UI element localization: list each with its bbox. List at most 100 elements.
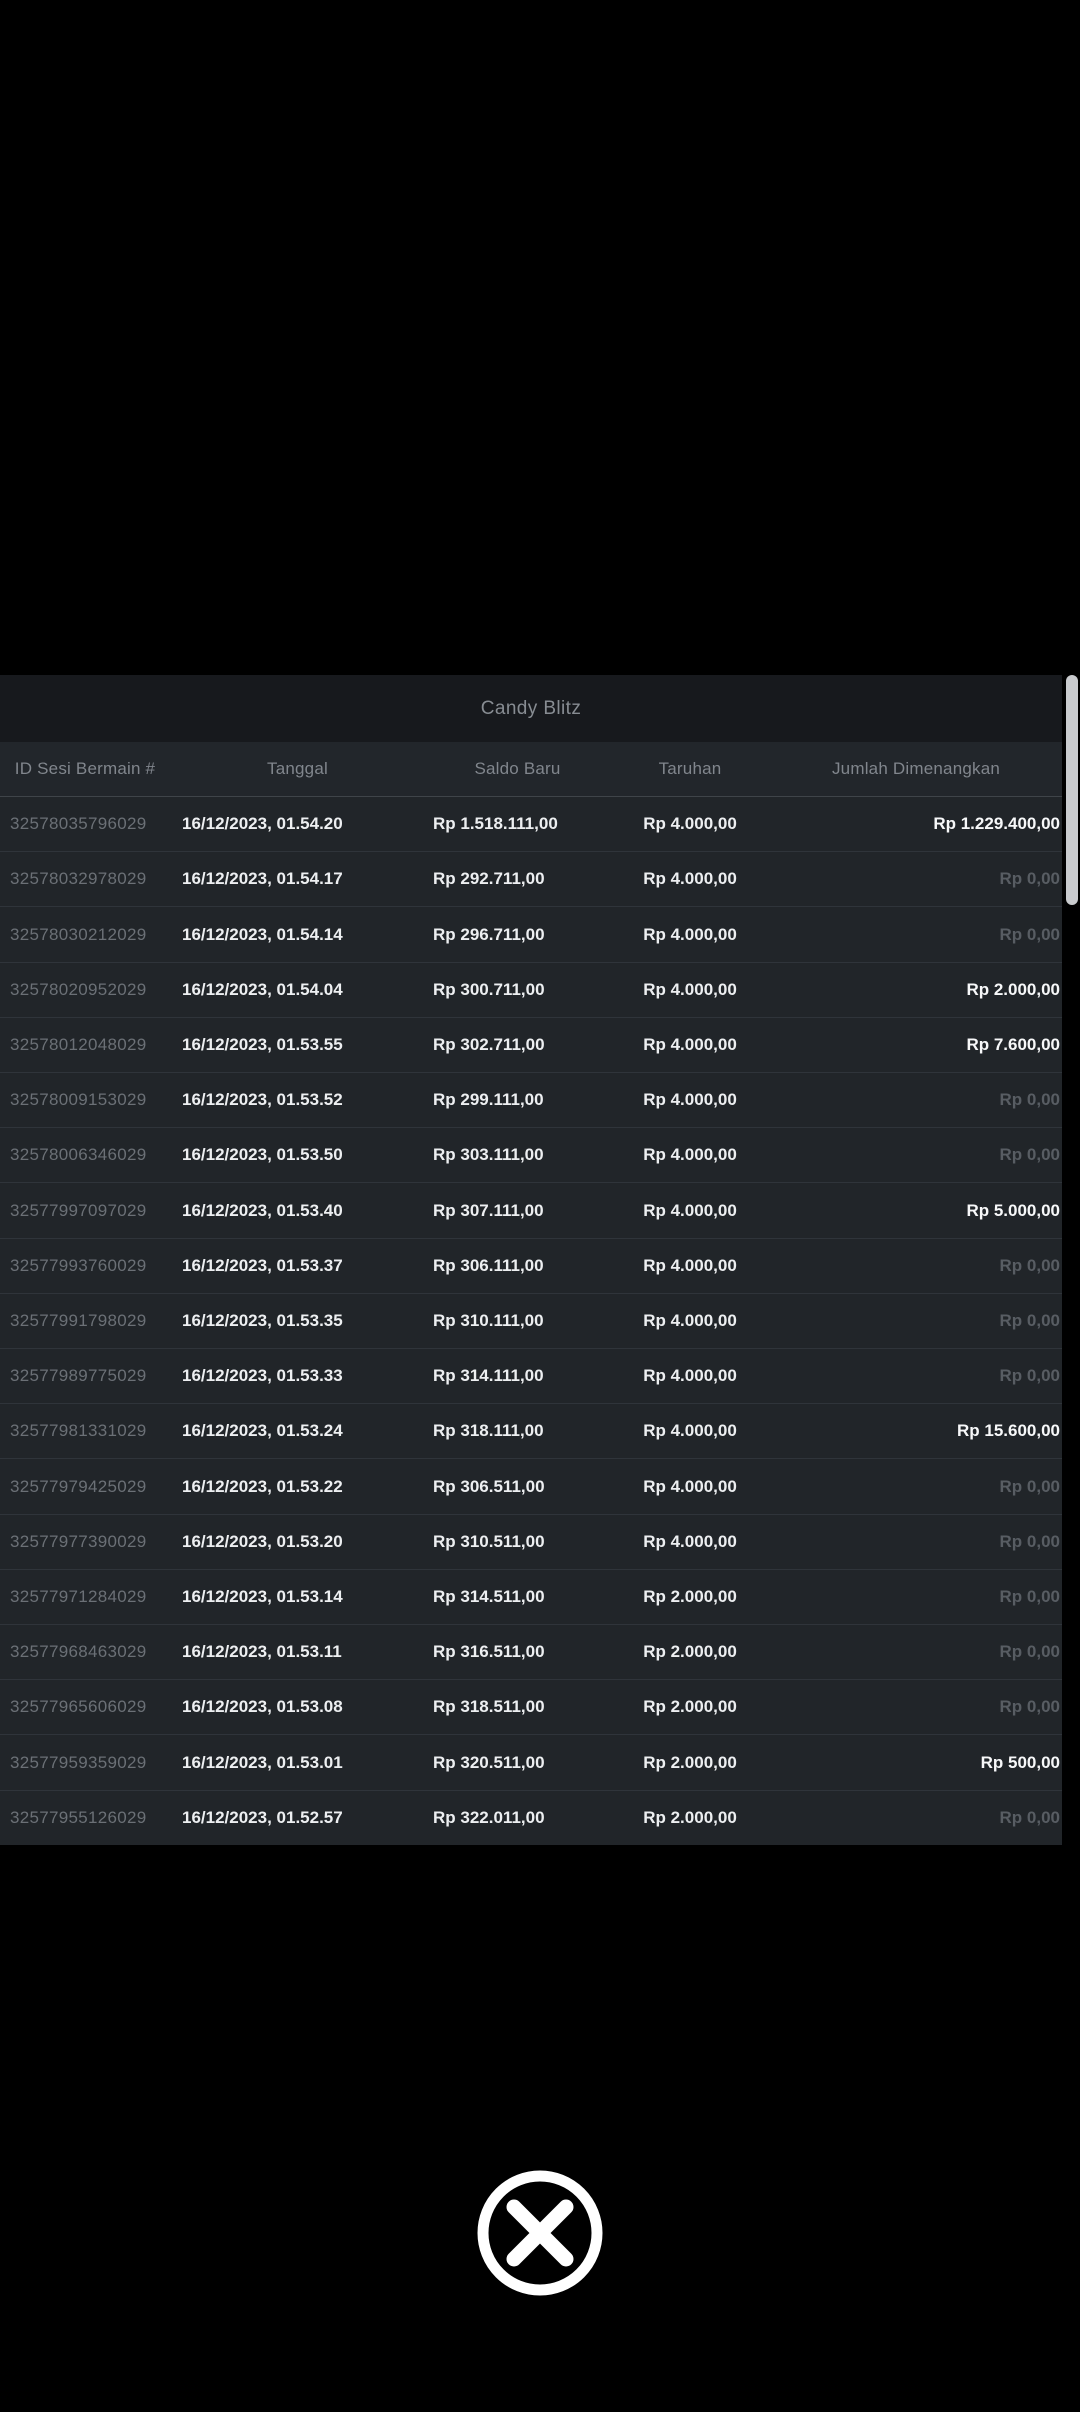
table-row: 32577981331029 16/12/2023, 01.53.24 Rp 3… (0, 1403, 1062, 1459)
cell-bet: Rp 4.000,00 (643, 1145, 737, 1165)
cell-session-id: 32578006346029 (10, 1145, 147, 1165)
cell-amount-won: Rp 0,00 (999, 869, 1060, 889)
cell-bet: Rp 4.000,00 (643, 1034, 737, 1054)
cell-bet: Rp 2.000,00 (643, 1586, 737, 1606)
cell-bet: Rp 4.000,00 (643, 1090, 737, 1110)
table-row: 32577989775029 16/12/2023, 01.53.33 Rp 3… (0, 1348, 1062, 1404)
column-header-session-id: ID Sesi Bermain # (14, 759, 156, 778)
cell-new-balance: Rp 307.111,00 (433, 1200, 544, 1220)
cell-bet: Rp 2.000,00 (643, 1697, 737, 1717)
column-header-new-balance: Saldo Baru (474, 759, 561, 778)
column-header-amount-won: Jumlah Dimenangkan (831, 759, 1001, 778)
cell-new-balance: Rp 314.511,00 (433, 1586, 545, 1606)
cell-date: 16/12/2023, 01.53.52 (182, 1090, 343, 1110)
cell-new-balance: Rp 300.711,00 (433, 979, 545, 999)
table-header-row: ID Sesi Bermain # Tanggal Saldo Baru Tar… (0, 742, 1062, 797)
cell-date: 16/12/2023, 01.53.33 (182, 1366, 343, 1386)
cell-date: 16/12/2023, 01.53.01 (182, 1752, 343, 1772)
table-row: 32577997097029 16/12/2023, 01.53.40 Rp 3… (0, 1182, 1062, 1238)
table-row: 32577971284029 16/12/2023, 01.53.14 Rp 3… (0, 1568, 1062, 1625)
table-body: 32578035796029 16/12/2023, 01.54.20 Rp 1… (0, 797, 1062, 1845)
cell-new-balance: Rp 306.511,00 (433, 1476, 545, 1496)
cell-date: 16/12/2023, 01.53.11 (182, 1642, 342, 1662)
cell-date: 16/12/2023, 01.54.14 (182, 924, 343, 944)
cell-bet: Rp 4.000,00 (643, 1310, 737, 1330)
cell-new-balance: Rp 318.511,00 (433, 1697, 545, 1717)
cell-bet: Rp 4.000,00 (643, 979, 737, 999)
cell-amount-won: Rp 7.600,00 (966, 1034, 1060, 1054)
cell-new-balance: Rp 299.111,00 (433, 1090, 544, 1110)
cell-session-id: 32577989775029 (10, 1366, 147, 1386)
cell-session-id: 32577981331029 (10, 1421, 147, 1441)
cell-amount-won: Rp 2.000,00 (966, 979, 1060, 999)
cell-session-id: 32578032978029 (10, 869, 147, 889)
table-row: 32577965606029 16/12/2023, 01.53.08 Rp 3… (0, 1679, 1062, 1735)
close-button[interactable] (476, 2169, 604, 2297)
cell-date: 16/12/2023, 01.53.24 (182, 1421, 343, 1441)
close-icon (477, 2170, 603, 2296)
cell-session-id: 32578009153029 (10, 1090, 147, 1110)
column-header-date: Tanggal (267, 759, 328, 778)
modal-title-bar: Candy Blitz (0, 675, 1062, 742)
cell-new-balance: Rp 296.711,00 (433, 924, 545, 944)
cell-amount-won: Rp 15.600,00 (956, 1421, 1060, 1441)
cell-session-id: 32577977390029 (10, 1531, 147, 1551)
history-table: Candy Blitz ID Sesi Bermain # Tanggal Sa… (0, 675, 1062, 1845)
cell-bet: Rp 4.000,00 (643, 869, 737, 889)
table-row: 32577991798029 16/12/2023, 01.53.35 Rp 3… (0, 1292, 1062, 1349)
cell-session-id: 32577965606029 (10, 1697, 147, 1717)
column-header-bet: Taruhan (658, 759, 722, 778)
cell-amount-won: Rp 0,00 (999, 1255, 1060, 1275)
cell-bet: Rp 2.000,00 (643, 1807, 737, 1827)
cell-date: 16/12/2023, 01.53.50 (182, 1145, 343, 1165)
cell-new-balance: Rp 292.711,00 (433, 869, 545, 889)
cell-session-id: 32577979425029 (10, 1476, 147, 1496)
cell-bet: Rp 4.000,00 (643, 924, 737, 944)
scrollbar-thumb[interactable] (1066, 675, 1078, 905)
cell-new-balance: Rp 318.111,00 (433, 1421, 544, 1441)
cell-new-balance: Rp 1.518.111,00 (433, 814, 558, 834)
cell-bet: Rp 4.000,00 (643, 1476, 737, 1496)
cell-date: 16/12/2023, 01.54.17 (182, 869, 343, 889)
cell-new-balance: Rp 322.011,00 (433, 1807, 545, 1827)
cell-amount-won: Rp 0,00 (999, 924, 1060, 944)
cell-session-id: 32578030212029 (10, 924, 147, 944)
cell-session-id: 32577997097029 (10, 1200, 147, 1220)
cell-date: 16/12/2023, 01.53.55 (182, 1034, 343, 1054)
cell-new-balance: Rp 302.711,00 (433, 1034, 545, 1054)
cell-date: 16/12/2023, 01.53.40 (182, 1200, 343, 1220)
table-row: 32578009153029 16/12/2023, 01.53.52 Rp 2… (0, 1072, 1062, 1128)
cell-bet: Rp 4.000,00 (643, 1421, 737, 1441)
cell-session-id: 32578035796029 (10, 814, 147, 834)
cell-session-id: 32577955126029 (10, 1807, 147, 1827)
table-row: 32578020952029 16/12/2023, 01.54.04 Rp 3… (0, 961, 1062, 1017)
cell-amount-won: Rp 0,00 (999, 1366, 1060, 1386)
cell-session-id: 32577968463029 (10, 1642, 147, 1662)
table-row: 32577955126029 16/12/2023, 01.52.57 Rp 3… (0, 1789, 1062, 1845)
cell-bet: Rp 4.000,00 (643, 1531, 737, 1551)
cell-bet: Rp 4.000,00 (643, 814, 737, 834)
cell-new-balance: Rp 306.111,00 (433, 1255, 544, 1275)
cell-amount-won: Rp 0,00 (999, 1807, 1060, 1827)
table-row: 32577993760029 16/12/2023, 01.53.37 Rp 3… (0, 1237, 1062, 1293)
table-row: 32578012048029 16/12/2023, 01.53.55 Rp 3… (0, 1016, 1062, 1073)
cell-date: 16/12/2023, 01.54.04 (182, 979, 343, 999)
cell-new-balance: Rp 314.111,00 (433, 1366, 544, 1386)
cell-amount-won: Rp 0,00 (999, 1310, 1060, 1330)
cell-bet: Rp 4.000,00 (643, 1366, 737, 1386)
cell-session-id: 32577991798029 (10, 1310, 147, 1330)
cell-session-id: 32577971284029 (10, 1586, 147, 1606)
cell-new-balance: Rp 310.111,00 (433, 1310, 544, 1330)
table-row: 32578035796029 16/12/2023, 01.54.20 Rp 1… (0, 797, 1062, 852)
cell-bet: Rp 2.000,00 (643, 1642, 737, 1662)
cell-amount-won: Rp 5.000,00 (966, 1200, 1060, 1220)
game-history-modal: Candy Blitz ID Sesi Bermain # Tanggal Sa… (0, 675, 1080, 1845)
cell-amount-won: Rp 0,00 (999, 1586, 1060, 1606)
cell-amount-won: Rp 0,00 (999, 1090, 1060, 1110)
cell-session-id: 32578012048029 (10, 1034, 147, 1054)
table-row: 32578030212029 16/12/2023, 01.54.14 Rp 2… (0, 906, 1062, 962)
cell-amount-won: Rp 0,00 (999, 1697, 1060, 1717)
cell-new-balance: Rp 303.111,00 (433, 1145, 544, 1165)
cell-bet: Rp 2.000,00 (643, 1752, 737, 1772)
table-row: 32577968463029 16/12/2023, 01.53.11 Rp 3… (0, 1624, 1062, 1680)
